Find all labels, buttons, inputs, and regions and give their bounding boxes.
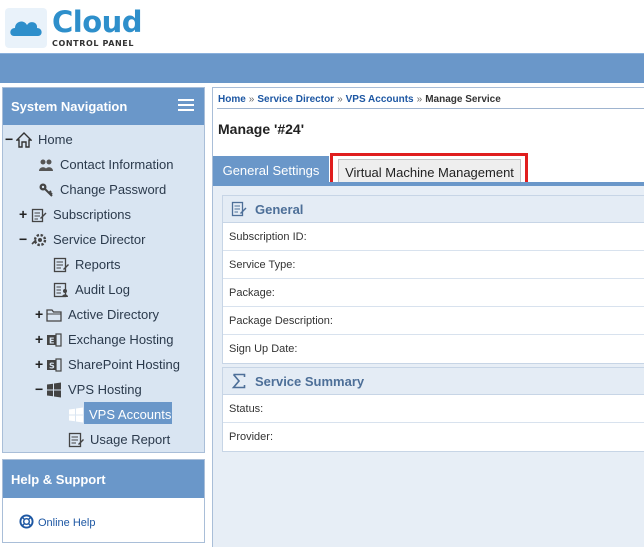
nav-item-vps-hosting[interactable]: − VPS Hosting [3, 380, 203, 400]
edit-document-icon [31, 208, 47, 223]
breadcrumb-link-home[interactable]: Home [218, 94, 246, 105]
nav-item-contact-information[interactable]: Contact Information [3, 155, 203, 175]
main-content: Home» Service Director» VPS Accounts» Manag… [212, 87, 644, 547]
breadcrumb-link-service-director[interactable]: Service Director [257, 94, 334, 105]
expand-toggle[interactable]: + [19, 205, 27, 224]
service-summary-section: Service Summary Status: Provider: [222, 367, 644, 452]
tab-strip: General Settings Virtual Machine Managem… [213, 153, 644, 186]
nav-label: Home [38, 132, 73, 147]
breadcrumb-link-vps-accounts[interactable]: VPS Accounts [346, 94, 414, 105]
general-section-header: General [223, 196, 644, 223]
help-support-header: Help & Support [3, 460, 204, 498]
audit-log-icon [53, 282, 68, 298]
brand-title: Cloud [52, 5, 143, 39]
cloud-logo-icon [5, 8, 47, 48]
nav-label: VPS Accounts [89, 407, 172, 422]
brand-subtitle: CONTROL PANEL [52, 39, 135, 48]
nav-label: Exchange Hosting [68, 332, 174, 347]
general-section: General Subscription ID: Service Type: P… [222, 195, 644, 364]
online-help-link[interactable]: Online Help [19, 514, 95, 529]
nav-label: Change Password [60, 182, 167, 197]
breadcrumb-separator: » [248, 94, 255, 105]
home-icon [16, 132, 32, 148]
edit-document-icon [231, 201, 247, 217]
nav-label: Subscriptions [53, 207, 132, 222]
windows-icon [69, 407, 83, 423]
svg-text:S: S [49, 362, 55, 371]
report-edit-icon [68, 432, 84, 448]
service-summary-header: Service Summary [223, 368, 644, 395]
nav-label: Service Director [53, 232, 146, 247]
system-navigation-header: System Navigation [3, 88, 204, 125]
folder-icon [46, 309, 62, 322]
expand-toggle[interactable]: + [35, 330, 43, 349]
lifebuoy-icon [19, 514, 34, 529]
expand-toggle[interactable]: + [35, 305, 43, 324]
nav-item-active-directory[interactable]: + Active Directory [3, 305, 203, 325]
nav-label: Reports [75, 257, 121, 272]
breadcrumb: Home» Service Director» VPS Accounts» Manag… [218, 94, 501, 105]
tab-content: General Subscription ID: Service Type: P… [213, 186, 644, 547]
collapse-toggle[interactable]: − [19, 230, 27, 249]
top-bar [0, 53, 644, 83]
exchange-icon: E [47, 333, 62, 347]
nav-item-audit-log[interactable]: Audit Log [3, 280, 203, 300]
expand-toggle[interactable]: + [35, 355, 43, 374]
nav-item-sharepoint-hosting[interactable]: + S SharePoint Hosting [3, 355, 203, 375]
nav-label: Contact Information [60, 157, 174, 172]
field-row: Provider: [229, 431, 274, 443]
breadcrumb-divider [217, 108, 644, 109]
users-icon [39, 159, 53, 171]
breadcrumb-separator: » [416, 94, 423, 105]
collapse-toggle[interactable]: − [35, 380, 43, 399]
cog-icon [31, 233, 47, 247]
tab-general-settings[interactable]: General Settings [213, 156, 329, 185]
key-icon [39, 183, 53, 197]
field-row: Status: [223, 395, 644, 423]
sharepoint-icon: S [47, 358, 62, 372]
field-row: Subscription ID: [223, 223, 644, 251]
field-row: Package: [223, 279, 644, 307]
field-row: Sign Up Date: [229, 343, 298, 355]
help-support-panel: Help & Support Online Help [2, 459, 205, 543]
nav-label: VPS Hosting [68, 382, 142, 397]
field-row: Package Description: [223, 307, 644, 335]
system-navigation-title: System Navigation [11, 99, 128, 114]
collapse-toggle[interactable]: − [5, 130, 13, 149]
field-row: Service Type: [223, 251, 644, 279]
sigma-icon [231, 373, 246, 389]
nav-item-exchange-hosting[interactable]: + E Exchange Hosting [3, 330, 203, 350]
nav-item-vps-accounts[interactable]: VPS Accounts [3, 405, 203, 425]
report-icon [53, 257, 69, 273]
nav-label: Active Directory [68, 307, 160, 322]
nav-label: SharePoint Hosting [68, 357, 181, 372]
windows-icon [47, 382, 61, 398]
nav-item-reports[interactable]: Reports [3, 255, 203, 275]
service-summary-title: Service Summary [255, 374, 365, 389]
nav-item-subscriptions[interactable]: + Subscriptions [3, 205, 203, 225]
nav-label: Audit Log [75, 282, 130, 297]
nav-item-service-director[interactable]: − Service Director [3, 230, 203, 250]
menu-icon[interactable] [178, 99, 194, 113]
nav-label: Usage Report [90, 432, 171, 447]
header: Cloud CONTROL PANEL [0, 0, 644, 53]
general-section-title: General [255, 202, 304, 217]
page-title: Manage '#24' [218, 121, 305, 137]
breadcrumb-current: Manage Service [425, 94, 501, 105]
nav-item-usage-report[interactable]: Usage Report [3, 430, 203, 450]
breadcrumb-separator: » [337, 94, 343, 105]
online-help-label: Online Help [38, 517, 96, 529]
svg-text:E: E [49, 337, 54, 346]
nav-item-change-password[interactable]: Change Password [3, 180, 203, 200]
nav-item-home[interactable]: − Home [3, 130, 203, 150]
system-navigation-panel: System Navigation − Home Contact Informa… [2, 87, 205, 453]
